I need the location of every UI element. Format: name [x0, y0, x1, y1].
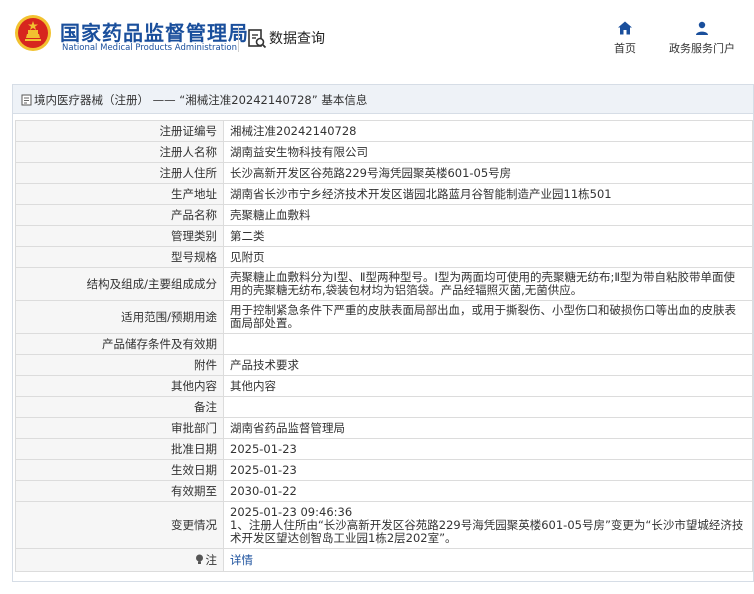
- storage-value: [223, 333, 753, 355]
- field-label: 生产地址: [15, 183, 224, 205]
- nav-home[interactable]: 首页: [605, 18, 645, 60]
- table-row: 附件 产品技术要求: [15, 354, 753, 376]
- registrant-value: 湖南益安生物科技有限公司: [223, 141, 753, 163]
- table-row: 备注: [15, 396, 753, 418]
- field-label: 产品储存条件及有效期: [15, 333, 224, 355]
- breadcrumb: 境内医疗器械（注册） —— “湘械注准20242140728” 基本信息: [13, 85, 753, 114]
- header-divider: [238, 26, 239, 52]
- table-row: 产品储存条件及有效期: [15, 333, 753, 355]
- field-label: 生效日期: [15, 459, 224, 481]
- field-label: 管理类别: [15, 225, 224, 247]
- field-label: 备注: [15, 396, 224, 418]
- effective-date-value: 2025-01-23: [223, 459, 753, 481]
- breadcrumb-text: 境内医疗器械（注册） —— “湘械注准20242140728” 基本信息: [34, 93, 368, 107]
- table-row: 生产地址 湖南省长沙市宁乡经济技术开发区谐园北路蓝月谷智能制造产业园11栋501: [15, 183, 753, 205]
- product-name-value: 壳聚糖止血敷料: [223, 204, 753, 226]
- note-label-cell: 注: [15, 548, 224, 572]
- field-label: 注册证编号: [15, 120, 224, 142]
- nav-service-portal-label: 政务服务门户: [669, 42, 735, 55]
- change-time: 2025-01-23 09:46:36: [230, 504, 353, 519]
- note-value: 详情: [223, 548, 753, 572]
- table-row: 管理类别 第二类: [15, 225, 753, 247]
- table-row: 生效日期 2025-01-23: [15, 459, 753, 481]
- field-label: 型号规格: [15, 246, 224, 268]
- nav-service-portal[interactable]: 政务服务门户: [660, 18, 744, 60]
- expiry-date-value: 2030-01-22: [223, 480, 753, 502]
- field-label: 审批部门: [15, 417, 224, 439]
- table-row: 其他内容 其他内容: [15, 375, 753, 397]
- field-label: 注册人住所: [15, 162, 224, 184]
- table-row: 产品名称 壳聚糖止血敷料: [15, 204, 753, 226]
- table-row: 注册人名称 湖南益安生物科技有限公司: [15, 141, 753, 163]
- registrant-addr-value: 长沙高新开发区谷苑路229号海凭园聚英楼601-05号房: [223, 162, 753, 184]
- other-value: 其他内容: [223, 375, 753, 397]
- site-header: 国家药品监督管理局 National Medical Products Admi…: [0, 0, 754, 70]
- brand-title-cn: 国家药品监督管理局: [60, 21, 249, 45]
- field-label: 注册人名称: [15, 141, 224, 163]
- production-addr-value: 湖南省长沙市宁乡经济技术开发区谐园北路蓝月谷智能制造产业园11栋501: [223, 183, 753, 205]
- table-row: 型号规格 见附页: [15, 246, 753, 268]
- approval-date-value: 2025-01-23: [223, 438, 753, 460]
- table-row: 注册人住所 长沙高新开发区谷苑路229号海凭园聚英楼601-05号房: [15, 162, 753, 184]
- document-icon: [21, 94, 32, 106]
- category-value: 第二类: [223, 225, 753, 247]
- table-row: 审批部门 湖南省药品监督管理局: [15, 417, 753, 439]
- field-label: 注: [205, 552, 218, 567]
- field-label: 结构及组成/主要组成成分: [15, 267, 224, 301]
- field-label: 适用范围/预期用途: [15, 300, 224, 334]
- remark-value: [223, 396, 753, 418]
- user-icon: [696, 21, 708, 35]
- table-row: 批准日期 2025-01-23: [15, 438, 753, 460]
- structure-value: 壳聚糖止血敷料分为Ⅰ型、Ⅱ型两种型号。Ⅰ型为两面均可使用的壳聚糖无纺布;Ⅱ型为带…: [223, 267, 753, 301]
- change-detail: 1、注册人住所由“长沙高新开发区谷苑路229号海凭园聚英楼601-05号房”变更…: [230, 517, 744, 545]
- attachment-value: 产品技术要求: [223, 354, 753, 376]
- table-row: 注册证编号 湘械注准20242140728: [15, 120, 753, 142]
- table-row: 适用范围/预期用途 用于控制紧急条件下严重的皮肤表面局部出血，或用于撕裂伤、小型…: [15, 300, 753, 334]
- field-label: 批准日期: [15, 438, 224, 460]
- field-label: 其他内容: [15, 375, 224, 397]
- scope-value: 用于控制紧急条件下严重的皮肤表面局部出血，或用于撕裂伤、小型伤口和破损伤口等出血…: [223, 300, 753, 334]
- brand-title-en: National Medical Products Administration: [62, 43, 237, 53]
- table-row: 结构及组成/主要组成成分 壳聚糖止血敷料分为Ⅰ型、Ⅱ型两种型号。Ⅰ型为两面均可使…: [15, 267, 753, 301]
- table-row: 有效期至 2030-01-22: [15, 480, 753, 502]
- reg-no-value: 湘械注准20242140728: [223, 120, 753, 142]
- lightbulb-icon: [195, 554, 203, 564]
- model-spec-value: 见附页: [223, 246, 753, 268]
- section-title: 数据查询: [269, 31, 325, 47]
- details-link[interactable]: 详情: [230, 553, 253, 567]
- registration-info-table: 注册证编号 湘械注准20242140728 注册人名称 湖南益安生物科技有限公司…: [15, 120, 753, 572]
- field-label: 变更情况: [15, 501, 224, 549]
- table-row: 变更情况 2025-01-23 09:46:36 1、注册人住所由“长沙高新开发…: [15, 501, 753, 549]
- home-icon: [618, 21, 632, 35]
- national-emblem-icon: [15, 15, 51, 51]
- field-label: 产品名称: [15, 204, 224, 226]
- detail-panel: 境内医疗器械（注册） —— “湘械注准20242140728” 基本信息 注册证…: [12, 84, 754, 582]
- change-value: 2025-01-23 09:46:36 1、注册人住所由“长沙高新开发区谷苑路2…: [223, 501, 753, 549]
- table-row: 注 详情: [15, 548, 753, 572]
- field-label: 附件: [15, 354, 224, 376]
- data-search-icon: [248, 29, 267, 49]
- field-label: 有效期至: [15, 480, 224, 502]
- approval-dept-value: 湖南省药品监督管理局: [223, 417, 753, 439]
- nav-home-label: 首页: [614, 42, 636, 55]
